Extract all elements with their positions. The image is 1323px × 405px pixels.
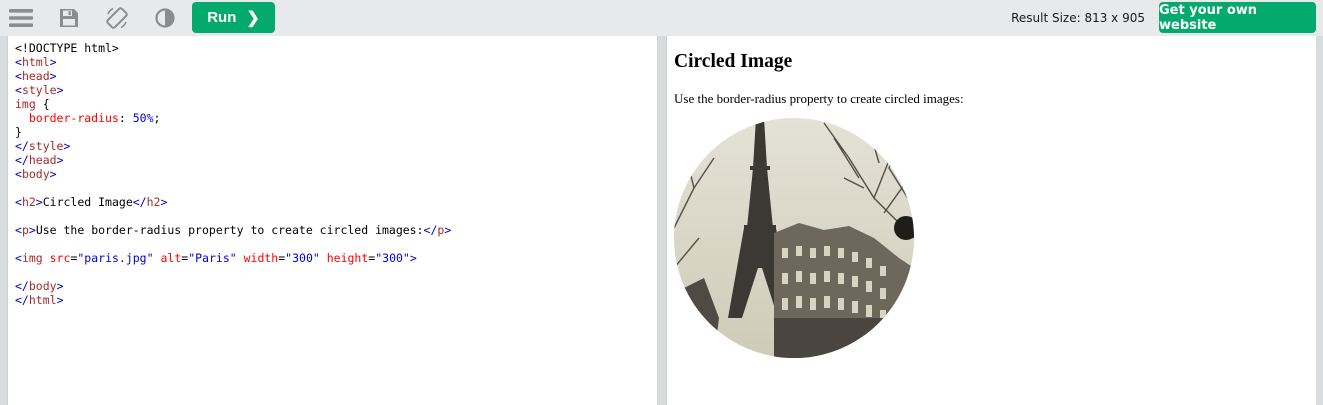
code-line[interactable]: <style> bbox=[15, 83, 657, 97]
get-your-own-website-button[interactable]: Get your own website bbox=[1159, 2, 1316, 33]
code-line[interactable]: <h2>Circled Image</h2> bbox=[15, 195, 657, 209]
code-line[interactable]: <html> bbox=[15, 55, 657, 69]
result-frame: Circled Image Use the border-radius prop… bbox=[666, 36, 1316, 405]
code-line[interactable]: ​ bbox=[15, 209, 657, 223]
code-line[interactable]: ​ bbox=[15, 265, 657, 279]
run-button[interactable]: Run ❯ bbox=[192, 2, 275, 33]
code-line[interactable]: border-radius: 50%; bbox=[15, 111, 657, 125]
code-line[interactable]: <!DOCTYPE html> bbox=[15, 41, 657, 55]
circled-paris-image bbox=[674, 118, 914, 358]
result-heading: Circled Image bbox=[674, 51, 793, 72]
code-line[interactable]: img { bbox=[15, 97, 657, 111]
code-line[interactable]: <p>Use the border-radius property to cre… bbox=[15, 223, 657, 237]
run-label: Run bbox=[207, 9, 237, 26]
contrast-icon[interactable] bbox=[151, 5, 179, 31]
rotate-icon[interactable] bbox=[103, 5, 131, 31]
code-text[interactable]: <!DOCTYPE html> <html> <head> <style> img { … bbox=[8, 36, 657, 307]
eiffel-tower-photo bbox=[674, 118, 914, 358]
code-line[interactable]: </style> bbox=[15, 139, 657, 153]
code-line[interactable]: <head> bbox=[15, 69, 657, 83]
save-icon[interactable] bbox=[55, 5, 83, 31]
code-line[interactable]: </body> bbox=[15, 279, 657, 293]
code-line[interactable]: ​ bbox=[15, 237, 657, 251]
pane-splitter[interactable] bbox=[658, 36, 666, 405]
toolbar: Run ❯ Result Size: 813 x 905 Get your ow… bbox=[0, 0, 1323, 36]
code-line[interactable]: <img src="paris.jpg" alt="Paris" width="… bbox=[15, 251, 657, 265]
result-paragraph: Use the border-radius property to create… bbox=[674, 91, 964, 106]
code-editor[interactable]: <!DOCTYPE html> <html> <head> <style> img { … bbox=[7, 36, 658, 405]
code-line[interactable]: ​ bbox=[15, 181, 657, 195]
chevron-right-icon: ❯ bbox=[246, 9, 260, 27]
code-line[interactable]: </html> bbox=[15, 293, 657, 307]
result-size-label: Result Size: 813 x 905 bbox=[1011, 11, 1145, 25]
code-line[interactable]: <body> bbox=[15, 167, 657, 181]
code-line[interactable]: } bbox=[15, 125, 657, 139]
menu-icon[interactable] bbox=[7, 5, 35, 31]
code-line[interactable]: </head> bbox=[15, 153, 657, 167]
